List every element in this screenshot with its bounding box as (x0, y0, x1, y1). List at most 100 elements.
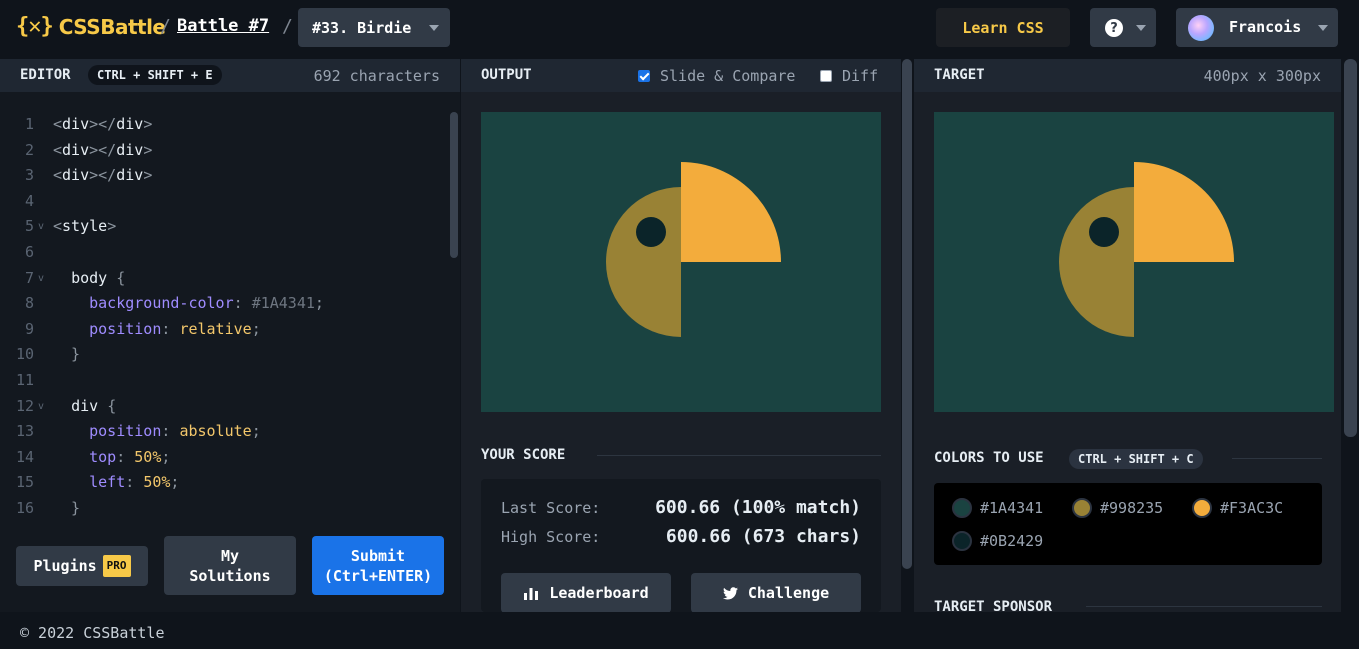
code-line[interactable]: 13 position: absolute; (0, 422, 448, 448)
code-line[interactable]: 11 (0, 371, 448, 397)
user-menu-button[interactable]: Francois (1176, 8, 1338, 47)
editor-scrollbar[interactable] (450, 112, 458, 258)
line-number: 9 (24, 319, 34, 338)
line-number: 3 (24, 166, 34, 185)
code-line[interactable]: 1 <div></div> (0, 115, 448, 141)
submit-button[interactable]: Submit (Ctrl+ENTER) (312, 536, 444, 595)
color-swatch[interactable]: #0B2429 (952, 531, 1043, 551)
line-number: 12 (15, 396, 34, 415)
code-line[interactable]: 8 background-color: #1A4341; (0, 294, 448, 320)
logo-text: CSSBattle (58, 14, 166, 39)
target-select-dropdown[interactable]: #33. Birdie (298, 8, 450, 47)
target-header: TARGET 400px x 300px (914, 59, 1341, 92)
line-number: 8 (24, 294, 34, 313)
code-line[interactable]: 16 } (0, 499, 448, 525)
submit-label: Submit (350, 546, 406, 565)
line-number: 7 (24, 268, 34, 287)
editor-shortcut-badge: CTRL + SHIFT + E (88, 65, 222, 85)
slide-compare-checkbox[interactable] (638, 70, 650, 82)
challenge-button[interactable]: Challenge (691, 573, 861, 613)
color-dot (1192, 498, 1212, 518)
color-dot (952, 531, 972, 551)
code-text: } (53, 499, 81, 517)
color-hex: #0B2429 (980, 532, 1044, 550)
line-number: 4 (24, 191, 34, 210)
colors-shortcut-badge: CTRL + SHIFT + C (1069, 449, 1203, 469)
code-line[interactable]: 15 left: 50%; (0, 473, 448, 499)
page-scrollbar[interactable] (1344, 59, 1357, 437)
plugins-label: Plugins (33, 557, 97, 575)
my-solutions-button[interactable]: My Solutions (164, 536, 296, 595)
color-swatch[interactable]: #F3AC3C (1192, 498, 1283, 518)
code-text: left: 50%; (89, 473, 180, 492)
challenge-label: Challenge (747, 584, 830, 602)
breadcrumb-separator: / (282, 16, 293, 37)
output-header: OUTPUT Slide & Compare Diff (461, 59, 901, 92)
color-dot (1072, 498, 1092, 518)
color-swatch[interactable]: #1A4341 (952, 498, 1043, 518)
plugins-button[interactable]: Plugins PRO (16, 546, 148, 586)
code-line[interactable]: 6 (0, 243, 448, 269)
divider (1086, 606, 1322, 607)
fold-icon[interactable]: v (38, 273, 44, 284)
fold-icon[interactable]: v (38, 221, 44, 232)
footer: © 2022 CSSBattle (0, 612, 1359, 649)
help-menu-button[interactable]: ? (1090, 8, 1156, 47)
user-name: Francois (1229, 18, 1302, 36)
target-select-label: #33. Birdie (312, 18, 412, 37)
diff-checkbox[interactable] (820, 70, 832, 82)
character-count: 692 characters (313, 67, 440, 85)
help-icon: ? (1105, 19, 1123, 37)
code-text: body { (71, 268, 126, 287)
line-number: 15 (15, 473, 34, 492)
fold-icon[interactable]: v (38, 401, 44, 412)
code-text: } (53, 345, 81, 364)
editor-title: EDITOR (20, 67, 71, 83)
code-text: position: relative; (89, 319, 261, 338)
divider (1232, 458, 1322, 459)
line-number: 11 (15, 371, 34, 389)
divider (597, 455, 881, 456)
output-canvas[interactable] (481, 112, 881, 412)
learn-css-button[interactable]: Learn CSS (936, 8, 1070, 47)
color-swatch[interactable]: #998235 (1072, 498, 1163, 518)
code-line[interactable]: 12 v div { (0, 397, 448, 423)
pro-badge: PRO (102, 555, 131, 577)
code-text: <div></div> (53, 140, 153, 159)
color-hex: #998235 (1100, 499, 1164, 517)
code-line[interactable]: 2 <div></div> (0, 141, 448, 167)
target-panel: TARGET 400px x 300px COLORS TO USE CTRL … (914, 59, 1341, 615)
output-panel: OUTPUT Slide & Compare Diff YOUR SCORE L… (461, 59, 901, 613)
code-line[interactable]: 3 <div></div> (0, 166, 448, 192)
chevron-down-icon (429, 25, 439, 31)
target-title: TARGET (934, 67, 985, 83)
diff-label[interactable]: Diff (842, 67, 878, 85)
breadcrumb-battle-link[interactable]: Battle #7 (177, 16, 269, 36)
code-line[interactable]: 5 v <style> (0, 217, 448, 243)
line-number: 10 (15, 345, 34, 364)
line-number: 5 (24, 217, 34, 236)
avatar (1188, 15, 1214, 41)
editor-panel: EDITOR CTRL + SHIFT + E 692 characters 1… (0, 59, 460, 612)
color-dot (952, 498, 972, 518)
code-line[interactable]: 7v body { (0, 269, 448, 295)
cssbattle-logo[interactable]: {✕} CSSBattle (16, 14, 166, 39)
line-number: 2 (24, 140, 34, 159)
line-number: 1 (24, 115, 34, 133)
output-scrollbar[interactable] (902, 59, 912, 569)
bird-eye-shape (636, 217, 666, 247)
target-bird-eye-shape (1089, 217, 1119, 247)
color-hex: #1A4341 (980, 499, 1044, 517)
chevron-down-icon (1136, 25, 1146, 31)
target-image (934, 112, 1334, 412)
code-line[interactable]: 10 } (0, 345, 448, 371)
submit-shortcut: (Ctrl+ENTER) (323, 566, 433, 585)
leaderboard-button[interactable]: Leaderboard (501, 573, 671, 613)
code-line[interactable]: 9 position: relative; (0, 320, 448, 346)
code-line[interactable]: 14 top: 50%; (0, 448, 448, 474)
top-bar: {✕} CSSBattle / Battle #7 / #33. Birdie … (0, 0, 1359, 59)
slide-compare-label[interactable]: Slide & Compare (660, 67, 795, 85)
code-text: background-color: #1A4341; (89, 294, 324, 313)
code-line[interactable]: 4 (0, 192, 448, 218)
line-number: 13 (15, 422, 34, 441)
